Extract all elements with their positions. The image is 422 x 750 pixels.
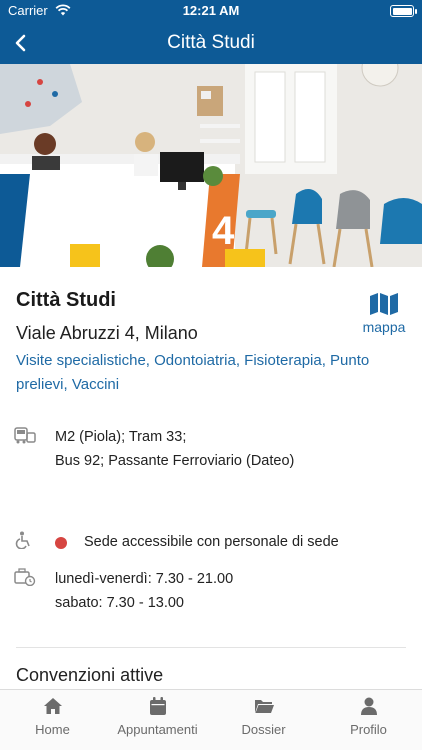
tab-profile-label: Profilo — [350, 722, 387, 737]
home-icon — [43, 698, 62, 714]
folder-icon — [254, 700, 274, 713]
location-name: Città Studi — [16, 289, 116, 311]
location-details: Città Studi Viale Abruzzi 4, Milano Visi… — [0, 267, 422, 689]
opening-hours-icon — [14, 568, 36, 586]
location-photo: 4 — [0, 64, 422, 267]
divider — [16, 647, 406, 648]
transport-line-1: M2 (Piola); Tram 33; — [55, 429, 187, 445]
office-illustration: 4 — [0, 64, 422, 267]
wheelchair-icon — [15, 531, 30, 549]
tab-profile[interactable]: Profilo — [316, 696, 421, 737]
status-bar: Carrier 12:21 AM — [0, 0, 422, 22]
location-address: Viale Abruzzi 4, Milano — [16, 323, 198, 343]
tab-appointments[interactable]: Appuntamenti — [105, 696, 210, 737]
accessibility-status-dot — [55, 537, 67, 549]
hours-weekdays: lunedì-venerdì: 7.30 - 21.00 — [55, 571, 234, 587]
battery-icon — [390, 5, 414, 17]
transport-icon — [14, 427, 36, 444]
tab-bar: Home Appuntamenti Dossier Profilo — [0, 689, 422, 750]
map-icon — [370, 293, 398, 315]
map-button[interactable]: mappa — [356, 293, 412, 341]
map-label: mappa — [362, 319, 406, 335]
calendar-icon — [149, 697, 166, 715]
opening-hours: lunedì-venerdì: 7.30 - 21.00 sabato: 7.3… — [55, 567, 233, 615]
tab-appointments-label: Appuntamenti — [117, 722, 198, 737]
user-icon — [360, 697, 377, 715]
navigation-bar: Città Studi — [0, 22, 422, 64]
accessibility-text: Sede accessibile con personale di sede — [84, 534, 339, 550]
clock: 12:21 AM — [182, 3, 240, 18]
tab-dossier-label: Dossier — [241, 722, 286, 737]
transport-info: M2 (Piola); Tram 33; Bus 92; Passante Fe… — [55, 425, 294, 473]
page-title: Città Studi — [167, 32, 255, 53]
transport-line-2: Bus 92; Passante Ferroviario (Dateo) — [55, 453, 295, 469]
svg-text:4: 4 — [212, 209, 235, 253]
tab-home[interactable]: Home — [0, 696, 105, 737]
hours-saturday: sabato: 7.30 - 13.00 — [55, 595, 184, 611]
location-services: Visite specialistiche, Odontoiatria, Fis… — [16, 352, 370, 393]
tab-dossier[interactable]: Dossier — [211, 696, 316, 737]
tab-home-label: Home — [35, 722, 70, 737]
section-title-agreements: Convenzioni attive — [16, 665, 164, 685]
